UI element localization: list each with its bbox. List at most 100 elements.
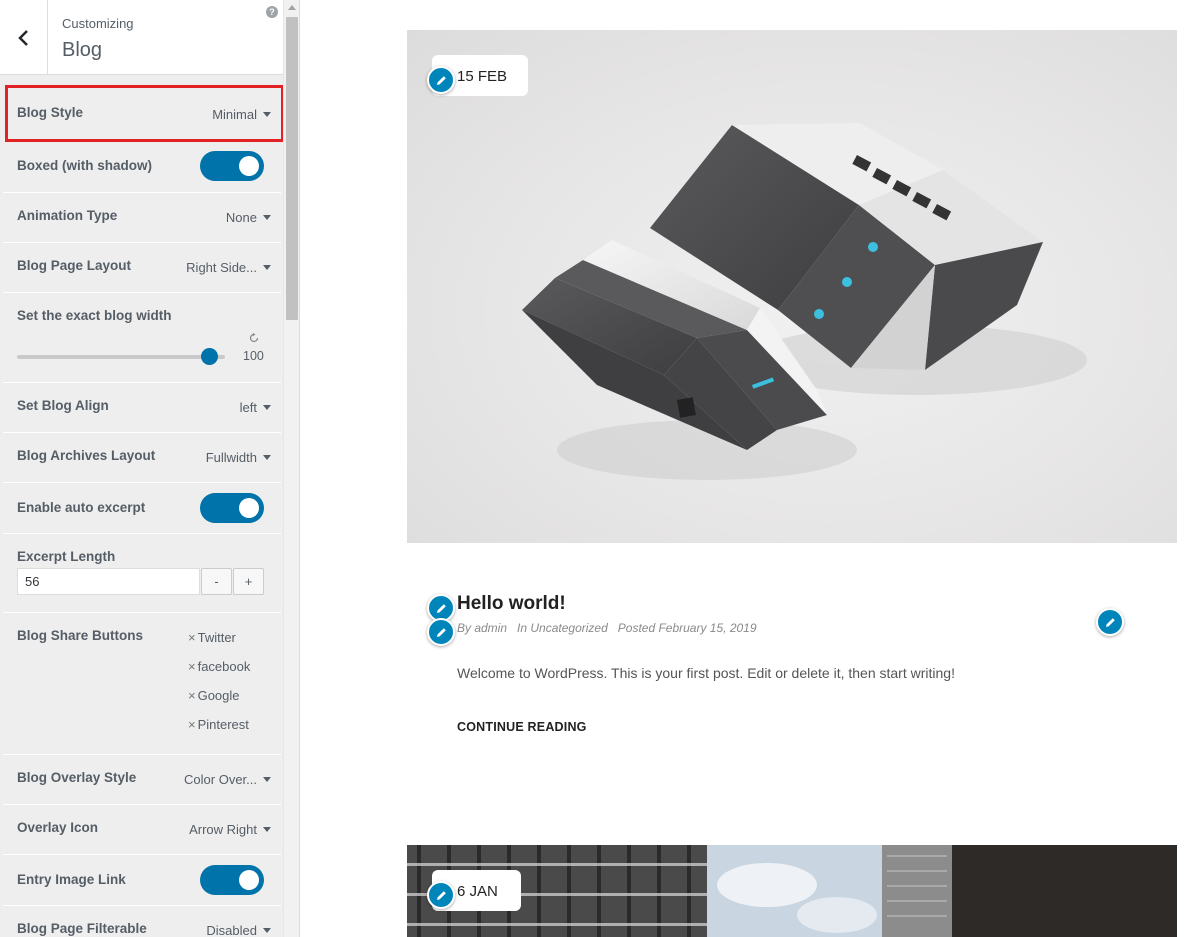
remove-icon[interactable]: × <box>188 688 196 703</box>
edit-shortcut-button[interactable] <box>427 66 455 94</box>
animation-type-value: None <box>225 210 257 225</box>
pencil-icon <box>436 627 446 637</box>
panel-title: Blog <box>62 39 103 61</box>
overlay-style-row: Blog Overlay Style Color Over... <box>3 755 281 805</box>
caret-down-icon <box>263 928 271 933</box>
remove-icon[interactable]: × <box>188 717 196 732</box>
filterable-row: Blog Page Filterable Disabled <box>3 906 281 937</box>
help-icon[interactable]: ? <box>266 6 278 18</box>
boxed-toggle[interactable] <box>200 151 264 181</box>
buildings-photo-image <box>407 845 1177 937</box>
blog-width-slider-track[interactable] <box>17 355 225 359</box>
auto-excerpt-row: Enable auto excerpt <box>3 483 281 534</box>
caret-down-icon <box>263 455 271 460</box>
share-buttons-row: Blog Share Buttons × Twitter × facebook × G… <box>3 613 281 755</box>
boxed-row: Boxed (with shadow) <box>3 142 281 193</box>
page-layout-row: Blog Page Layout Right Side... <box>3 243 281 293</box>
filterable-value: Disabled <box>206 923 257 937</box>
edit-shortcut-button[interactable] <box>1096 608 1124 636</box>
entry-image-link-toggle[interactable] <box>200 865 264 895</box>
share-item-facebook[interactable]: × facebook <box>188 659 250 674</box>
share-item-label: facebook <box>197 659 251 674</box>
toggle-knob <box>239 498 259 518</box>
blog-align-value: left <box>239 400 257 415</box>
overlay-icon-label: Overlay Icon <box>17 820 99 835</box>
scrollbar-thumb[interactable] <box>286 17 298 320</box>
caret-down-icon <box>263 827 271 832</box>
entry-image-link-label: Entry Image Link <box>17 872 126 887</box>
share-item-label: Twitter <box>197 630 236 645</box>
pencil-icon <box>436 75 446 85</box>
auto-excerpt-label: Enable auto excerpt <box>17 500 146 515</box>
archives-layout-label: Blog Archives Layout <box>17 448 156 463</box>
overlay-icon-select[interactable]: Arrow Right <box>189 822 271 837</box>
pencil-icon <box>436 890 446 900</box>
archives-layout-select[interactable]: Fullwidth <box>206 450 271 465</box>
auto-excerpt-toggle[interactable] <box>200 493 264 523</box>
post-category-link[interactable]: In Uncategorized <box>517 621 608 635</box>
share-buttons-label: Blog Share Buttons <box>17 628 144 643</box>
excerpt-length-input[interactable] <box>17 568 200 595</box>
highlight-box <box>5 85 284 142</box>
post-excerpt: Welcome to WordPress. This is your first… <box>457 665 955 681</box>
overlay-style-value: Color Over... <box>184 772 257 787</box>
animation-type-select[interactable]: None <box>226 210 271 225</box>
scroll-up-arrow-icon[interactable] <box>288 5 296 10</box>
excerpt-length-label: Excerpt Length <box>17 549 116 564</box>
customizer-header: Customizing Blog ? <box>0 0 283 75</box>
animation-type-row: Animation Type None <box>3 193 281 243</box>
remove-icon[interactable]: × <box>188 630 196 645</box>
blog-width-value: 100 <box>243 349 264 363</box>
remove-icon[interactable]: × <box>188 659 196 674</box>
toggle-knob <box>239 870 259 890</box>
blog-width-slider-handle[interactable] <box>201 348 218 365</box>
back-button[interactable] <box>0 0 48 75</box>
featured-image[interactable] <box>407 30 1177 543</box>
breadcrumb: Customizing <box>62 16 134 31</box>
overlay-style-label: Blog Overlay Style <box>17 770 137 785</box>
page-layout-value: Right Side... <box>186 260 257 275</box>
caret-down-icon <box>263 215 271 220</box>
page-layout-select[interactable]: Right Side... <box>186 260 271 275</box>
pencil-icon <box>1105 617 1115 627</box>
post-author-link[interactable]: By admin <box>457 621 507 635</box>
boxed-label: Boxed (with shadow) <box>17 158 152 173</box>
share-item-twitter[interactable]: × Twitter <box>188 630 236 645</box>
share-item-label: Pinterest <box>197 717 249 732</box>
reset-icon[interactable] <box>248 332 260 344</box>
filterable-select[interactable]: Disabled <box>206 923 271 937</box>
blog-width-row: Set the exact blog width 100 <box>3 293 281 383</box>
back-arrow-icon <box>17 29 28 46</box>
increment-button[interactable]: + <box>233 568 264 595</box>
animation-type-label: Animation Type <box>17 208 118 223</box>
overlay-icon-value: Arrow Right <box>189 822 257 837</box>
caret-down-icon <box>263 405 271 410</box>
toggle-knob <box>239 156 259 176</box>
overlay-style-select[interactable]: Color Over... <box>184 772 271 787</box>
share-item-pinterest[interactable]: × Pinterest <box>188 717 249 732</box>
caret-down-icon <box>263 777 271 782</box>
overlay-icon-row: Overlay Icon Arrow Right <box>3 805 281 855</box>
featured-image[interactable] <box>407 845 1177 937</box>
blog-align-row: Set Blog Align left <box>3 383 281 433</box>
blog-align-label: Set Blog Align <box>17 398 109 413</box>
pencil-icon <box>436 603 446 613</box>
continue-reading-link[interactable]: CONTINUE READING <box>457 720 587 734</box>
site-preview: 15 FEB Hello world! By admin In Uncategor… <box>300 0 1198 937</box>
archives-layout-value: Fullwidth <box>205 450 257 465</box>
edit-shortcut-button[interactable] <box>427 881 455 909</box>
decrement-button[interactable]: - <box>201 568 232 595</box>
share-item-google[interactable]: × Google <box>188 688 240 703</box>
edit-shortcut-button[interactable] <box>427 618 455 646</box>
caret-down-icon <box>263 265 271 270</box>
filterable-label: Blog Page Filterable <box>17 921 147 936</box>
excerpt-length-row: Excerpt Length - + <box>3 534 281 613</box>
sidebar-scrollbar[interactable] <box>283 0 299 937</box>
post-meta: By admin In Uncategorized Posted February … <box>457 621 757 635</box>
blog-align-select[interactable]: left <box>240 400 271 415</box>
brochure-mockup-image <box>522 123 1087 480</box>
post-title-link[interactable]: Hello world! <box>457 593 566 615</box>
entry-image-link-row: Entry Image Link <box>3 855 281 906</box>
post-date: Posted February 15, 2019 <box>617 621 757 635</box>
page-layout-label: Blog Page Layout <box>17 258 132 273</box>
